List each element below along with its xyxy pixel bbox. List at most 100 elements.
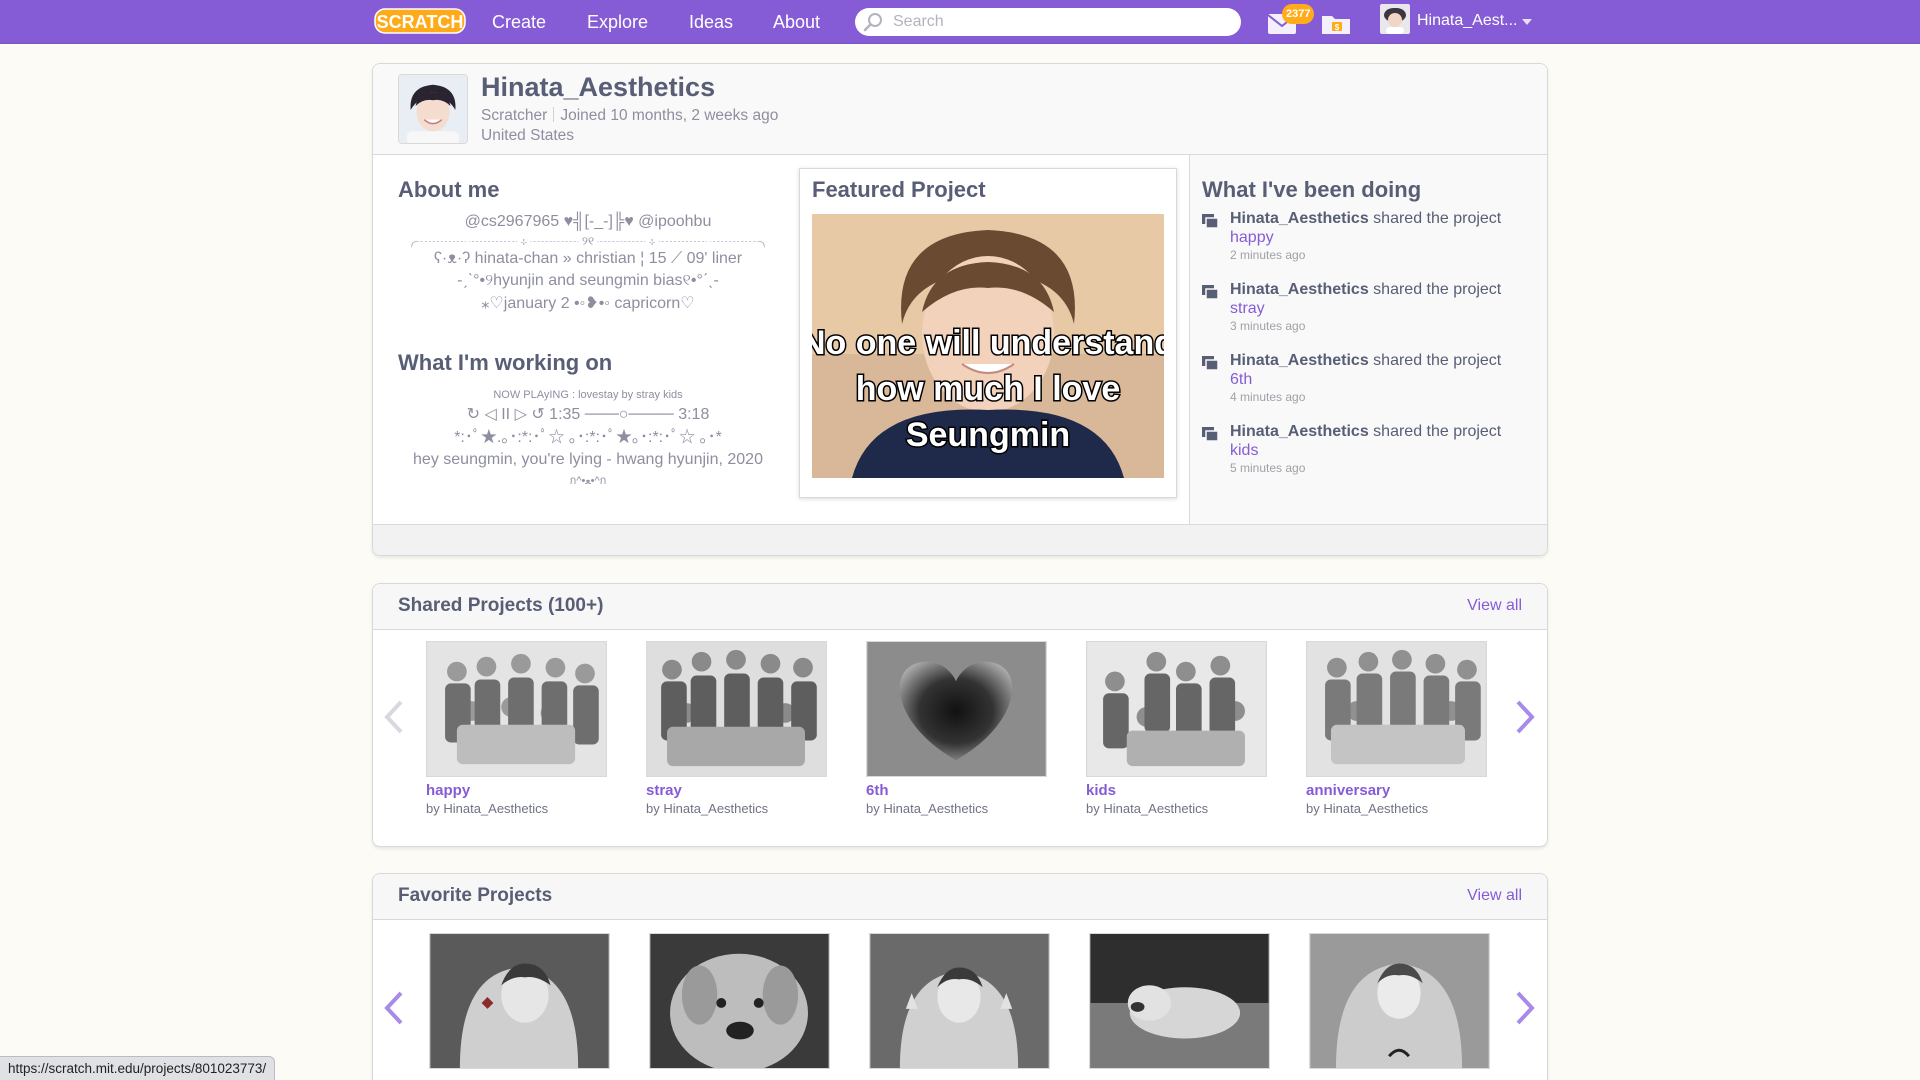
nav-create-link[interactable]: Create [486, 0, 552, 44]
project-thumbnail[interactable] [649, 933, 830, 1069]
share-project-icon [1202, 356, 1218, 370]
project-owner[interactable]: by Hinata_Aesthetics [426, 801, 548, 816]
project-thumbnail[interactable] [426, 641, 607, 777]
carousel-prev-arrow-icon[interactable] [383, 990, 405, 1026]
shared-view-all-link[interactable]: View all [1467, 597, 1522, 615]
profile-header: Hinata_Aesthetics Scratcher Joined 10 mon… [373, 64, 1547, 155]
project-title-link[interactable]: 6th [866, 782, 889, 799]
project-owner[interactable]: by Hinata_Aesthetics [866, 801, 988, 816]
project-owner[interactable]: by Hinata_Aesthetics [1306, 801, 1428, 816]
activity-verb: shared the project [1373, 352, 1502, 369]
activity-verb: shared the project [1373, 210, 1502, 227]
working-line: NOW PLAyING : lovestay by stray kids [493, 389, 683, 401]
activity-text: Hinata_Aesthetics shared the project [1230, 352, 1501, 370]
project-title-link[interactable]: kids [1086, 782, 1116, 799]
project-thumbnail[interactable] [1309, 933, 1490, 1069]
about-line: ʕ·ᴥ·ʔ hinata-chan » christian ¦ 15 ⟋ 09'… [433, 249, 743, 267]
project-title-link[interactable]: happy [426, 782, 470, 799]
account-avatar[interactable] [1380, 4, 1410, 34]
project-title-link[interactable]: anniversary [1306, 782, 1390, 799]
activity-title: What I've been doing [1202, 177, 1422, 202]
featured-caption-line: how much I love [856, 370, 1120, 408]
profile-box: Hinata_Aesthetics Scratcher Joined 10 mon… [372, 63, 1548, 556]
working-line: hey seungmin, you're lying - hwang hyunj… [413, 451, 763, 468]
about-line: ⁎♡january 2 •◦❥•◦ capricorn♡ [481, 294, 695, 312]
activity-project-link[interactable]: kids [1230, 442, 1258, 460]
shared-projects-box: Shared Projects (100+) View all happy by… [372, 583, 1548, 847]
nav-explore-link[interactable]: Explore [581, 0, 654, 44]
svg-text:$: $ [1335, 23, 1340, 32]
activity-timestamp: 4 minutes ago [1230, 390, 1306, 404]
nav-about-link[interactable]: About [767, 0, 826, 44]
activity-user-link[interactable]: Hinata_Aesthetics [1230, 281, 1369, 298]
featured-project-card[interactable]: Featured Project No one will understand … [799, 168, 1177, 498]
working-line: ↻ ◁ II ▷ ↺ 1:35 ───○──── 3:18 [466, 406, 710, 423]
about-line: -ˏˋ°•୨hyunjin and seungmin bias୧•°ˊˎ- [457, 272, 719, 289]
project-thumbnail[interactable] [1089, 933, 1270, 1069]
featured-project-title: Featured Project [812, 177, 986, 202]
profile-bio-column: About me @cs2967965 ♥╣[-_-]╠♥ @ipoohbu ╭… [373, 155, 801, 524]
dog-image [650, 934, 829, 1068]
working-on-text: NOW PLAyING : lovestay by stray kids ↻ ◁… [393, 386, 783, 490]
profile-role: Scratcher [481, 107, 548, 124]
activity-timestamp: 5 minutes ago [1230, 461, 1306, 475]
activity-user-link[interactable]: Hinata_Aesthetics [1230, 352, 1369, 369]
search-icon [863, 13, 882, 32]
account-username[interactable]: Hinata_Aest... [1417, 0, 1518, 44]
group-photo-image [647, 642, 826, 776]
activity-column: What I've been doing Hinata_Aesthetics s… [1189, 155, 1547, 524]
my-stuff-folder-icon[interactable]: $ [1318, 8, 1354, 38]
shared-projects-header: Shared Projects (100+) View all [373, 584, 1547, 630]
share-project-icon [1202, 285, 1218, 299]
about-me-title: About me [398, 177, 500, 202]
project-thumbnail[interactable] [869, 933, 1050, 1069]
working-line: *:･ﾟ★.｡･:*:･ﾟ☆ ｡･:*:･ﾟ★｡･:*:･ﾟ☆ ｡･* [454, 428, 722, 446]
group-photo-image [427, 642, 606, 776]
search-box[interactable] [855, 8, 1241, 36]
project-owner[interactable]: by Hinata_Aesthetics [1086, 801, 1208, 816]
favorite-projects-box: Favorite Projects View all [372, 873, 1548, 1080]
project-title-link[interactable]: stray [646, 782, 682, 799]
working-line: ก^•ﻌ•^ก [569, 474, 607, 487]
featured-caption-line: No one will understand [812, 324, 1164, 362]
project-thumbnail[interactable] [866, 641, 1047, 777]
carousel-next-arrow-icon[interactable] [1514, 990, 1536, 1026]
group-photo-image [1307, 642, 1486, 776]
featured-caption-line: Seungmin [906, 416, 1070, 454]
hoodie-portrait-image [870, 934, 1049, 1068]
about-me-text: @cs2967965 ♥╣[-_-]╠♥ @ipoohbu ╭┈┈┈┈ ┈┈┈┈… [393, 211, 783, 315]
top-navigation-bar: SCRATCH Create Explore Ideas About 2377 … [0, 0, 1920, 44]
carousel-prev-arrow-icon[interactable] [383, 699, 405, 735]
carousel-next-arrow-icon[interactable] [1514, 699, 1536, 735]
favorite-projects-header: Favorite Projects View all [373, 874, 1547, 920]
nav-ideas-link[interactable]: Ideas [683, 0, 739, 44]
activity-verb: shared the project [1373, 423, 1502, 440]
scratch-logo[interactable]: SCRATCH [374, 6, 466, 36]
heart-image [867, 642, 1046, 776]
activity-user-link[interactable]: Hinata_Aesthetics [1230, 210, 1369, 227]
share-project-icon [1202, 427, 1218, 441]
hoodie-portrait-image [430, 934, 609, 1068]
sleeping-dog-image [1090, 934, 1269, 1068]
activity-timestamp: 3 minutes ago [1230, 319, 1306, 333]
project-thumbnail[interactable] [1086, 641, 1267, 777]
profile-username: Hinata_Aesthetics [481, 72, 716, 102]
project-thumbnail[interactable] [646, 641, 827, 777]
about-line: @cs2967965 ♥╣[-_-]╠♥ @ipoohbu [464, 213, 712, 230]
activity-project-link[interactable]: happy [1230, 229, 1274, 247]
search-input[interactable] [893, 8, 1223, 36]
project-thumbnail[interactable] [429, 933, 610, 1069]
favorites-view-all-link[interactable]: View all [1467, 887, 1522, 905]
chevron-down-icon[interactable] [1522, 18, 1532, 26]
project-thumbnail[interactable] [1306, 641, 1487, 777]
project-owner[interactable]: by Hinata_Aesthetics [646, 801, 768, 816]
activity-text: Hinata_Aesthetics shared the project [1230, 423, 1501, 441]
featured-project-thumbnail[interactable]: No one will understand how much I love S… [812, 214, 1164, 478]
working-on-title: What I'm working on [398, 350, 613, 375]
activity-project-link[interactable]: stray [1230, 300, 1265, 318]
activity-user-link[interactable]: Hinata_Aesthetics [1230, 423, 1369, 440]
activity-project-link[interactable]: 6th [1230, 371, 1252, 389]
messages-count-badge: 2377 [1282, 4, 1315, 24]
activity-timestamp: 2 minutes ago [1230, 248, 1306, 262]
profile-avatar [398, 74, 468, 144]
